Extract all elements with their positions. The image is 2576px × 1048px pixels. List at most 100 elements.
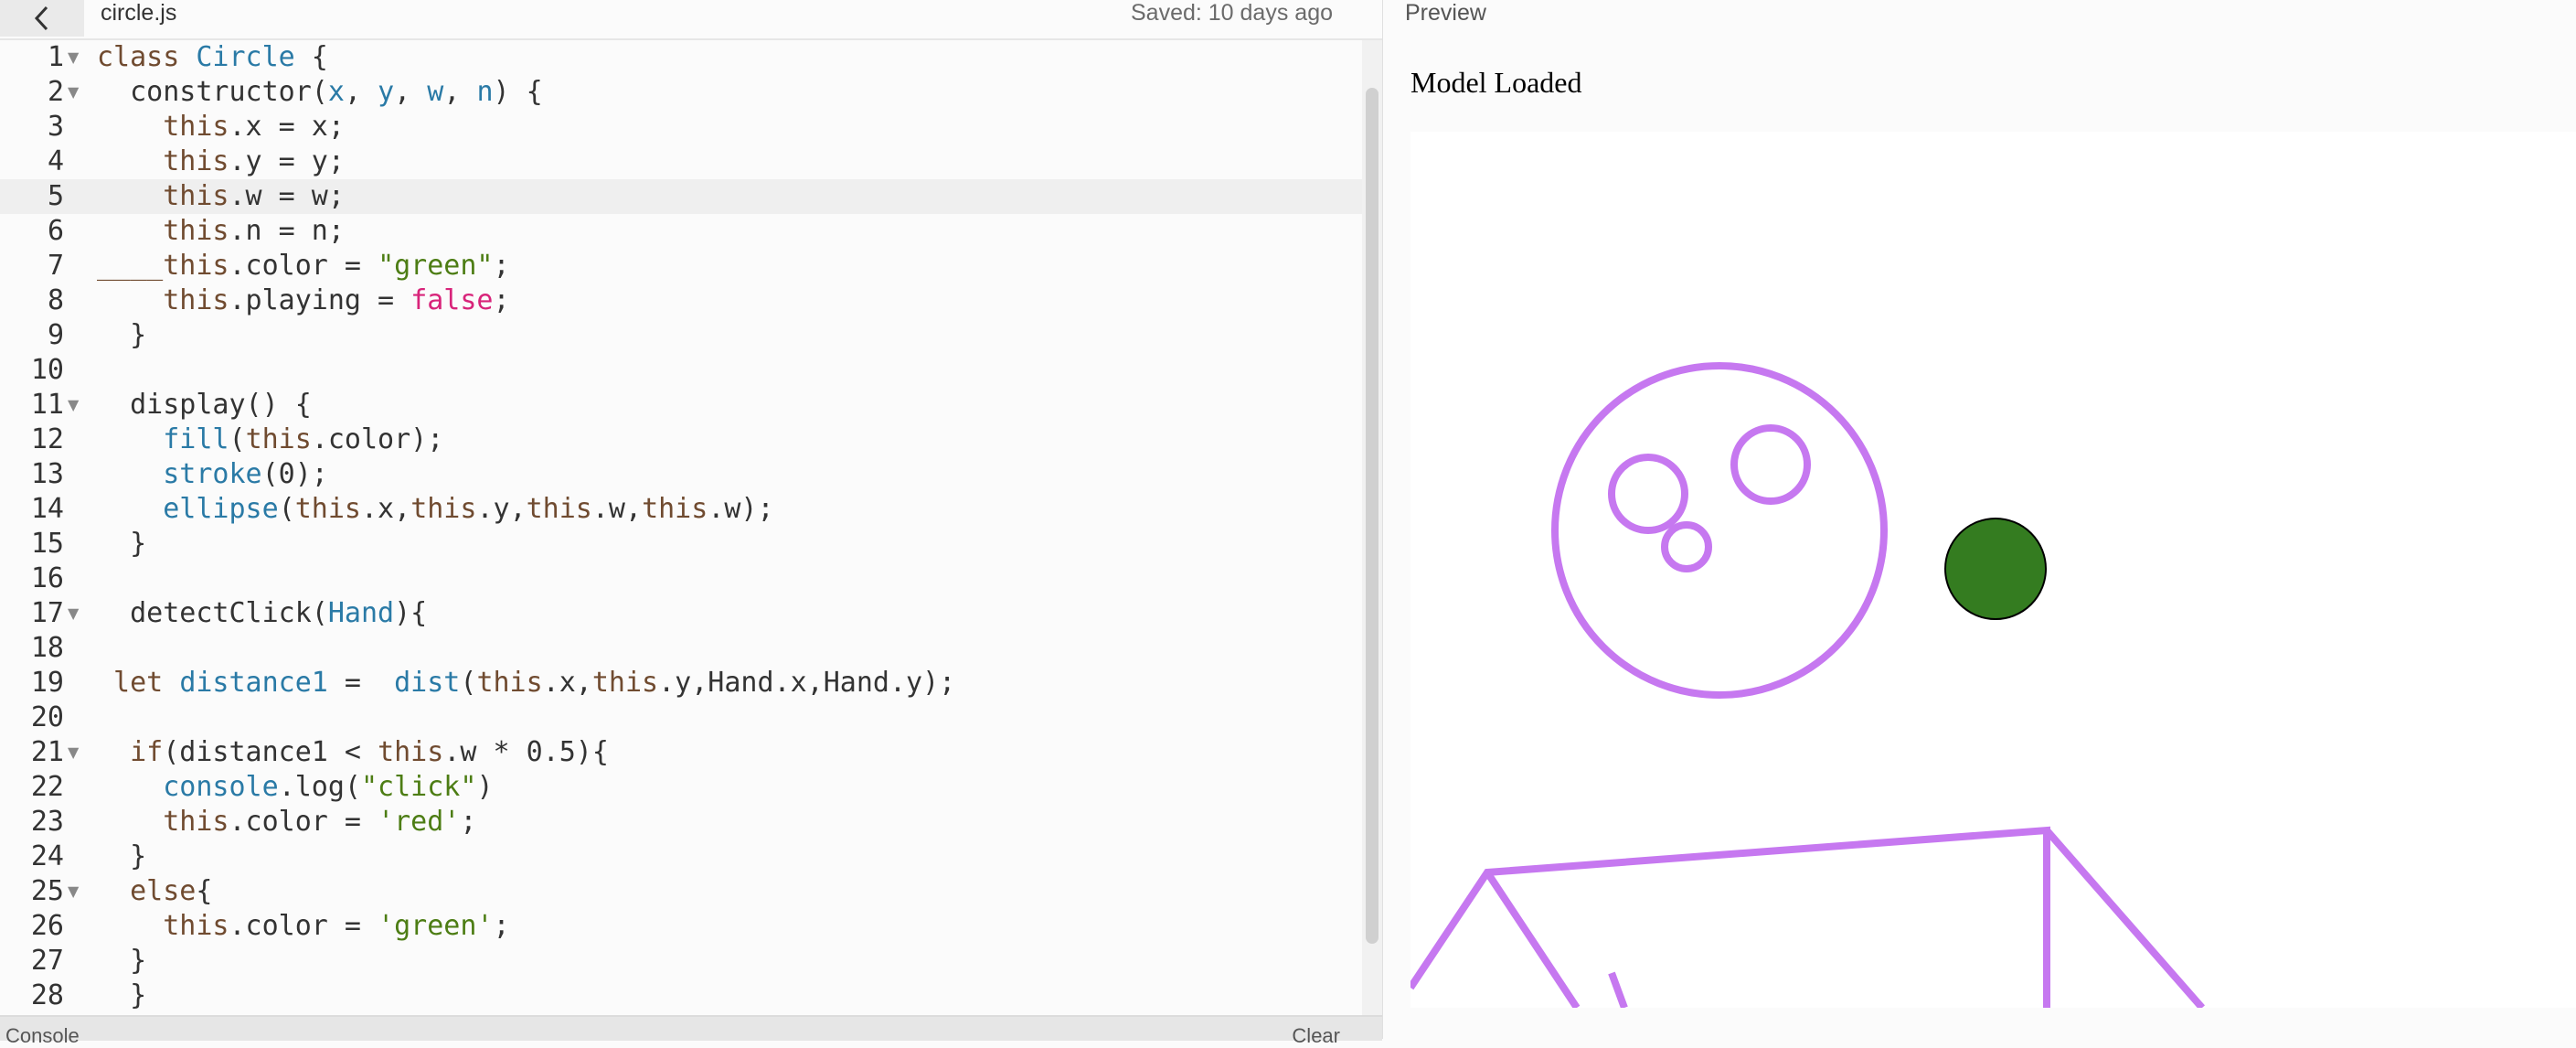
- line-number: 13: [30, 458, 64, 490]
- code-line[interactable]: 19 let distance1 = dist(this.x,this.y,Ha…: [0, 666, 1362, 700]
- code-token: ellipse: [97, 493, 279, 525]
- code-token: this: [410, 493, 477, 525]
- code-text[interactable]: ellipse(this.x,this.y,this.w,this.w);: [97, 492, 774, 527]
- file-name[interactable]: circle.js: [101, 0, 176, 26]
- code-text[interactable]: class Circle {: [97, 40, 328, 75]
- line-number: 22: [30, 771, 64, 803]
- code-line[interactable]: 4 this.y = y;: [0, 144, 1362, 179]
- code-text[interactable]: console.log("click"): [97, 770, 493, 805]
- code-line[interactable]: 10: [0, 353, 1362, 388]
- code-token: (: [278, 493, 295, 525]
- code-line[interactable]: 24 }: [0, 839, 1362, 874]
- code-text[interactable]: this.playing = false;: [97, 283, 509, 318]
- console-clear-button[interactable]: Clear: [1292, 1024, 1340, 1048]
- line-number: 7: [47, 250, 64, 282]
- line-number: 27: [30, 945, 64, 977]
- console-bar: Console Clear: [0, 1015, 1382, 1047]
- code-text[interactable]: }: [97, 944, 146, 978]
- code-line[interactable]: 7 ____this.color = "green";: [0, 249, 1362, 283]
- code-line[interactable]: 11 ▼ display() {: [0, 388, 1362, 422]
- hand-keypoint-center: [1661, 521, 1712, 572]
- code-text[interactable]: this.y = y;: [97, 144, 345, 179]
- code-token: .w);: [708, 493, 774, 525]
- editor-scrollbar-thumb[interactable]: [1366, 88, 1378, 944]
- code-text[interactable]: constructor(x, y, w, n) {: [97, 75, 543, 110]
- code-text[interactable]: stroke(0);: [97, 457, 328, 492]
- code-line[interactable]: 20: [0, 700, 1362, 735]
- code-text[interactable]: }: [97, 839, 146, 874]
- code-token: else: [97, 875, 197, 907]
- code-token: if: [97, 736, 164, 768]
- code-line[interactable]: 3 this.x = x;: [0, 110, 1362, 144]
- code-text[interactable]: this.w = w;: [97, 179, 345, 214]
- code-line[interactable]: 1 ▼ class Circle {: [0, 40, 1362, 75]
- code-line[interactable]: 13 stroke(0);: [0, 457, 1362, 492]
- sketch-canvas[interactable]: [1407, 132, 2576, 1011]
- code-line[interactable]: 16: [0, 561, 1362, 596]
- fold-triangle-icon[interactable]: ▼: [68, 40, 79, 75]
- code-line[interactable]: 2 ▼ constructor(x, y, w, n) {: [0, 75, 1362, 110]
- fold-triangle-icon[interactable]: ▼: [68, 735, 79, 770]
- line-number: 19: [30, 667, 64, 699]
- code-text[interactable]: this.n = n;: [97, 214, 345, 249]
- code-line[interactable]: 6 this.n = n;: [0, 214, 1362, 249]
- code-text[interactable]: if(distance1 < this.w * 0.5){: [97, 735, 609, 770]
- code-text[interactable]: fill(this.color);: [97, 422, 443, 457]
- code-line[interactable]: 12 fill(this.color);: [0, 422, 1362, 457]
- code-token: =: [327, 667, 395, 699]
- code-line[interactable]: 22 console.log("click"): [0, 770, 1362, 805]
- code-line[interactable]: 5 this.w = w;: [0, 179, 1362, 214]
- code-token: .color =: [229, 910, 378, 942]
- fold-triangle-icon[interactable]: ▼: [68, 388, 79, 422]
- code-token: let: [97, 667, 180, 699]
- code-text[interactable]: }: [97, 318, 146, 353]
- code-token: Circle: [196, 41, 295, 73]
- code-line[interactable]: 18: [0, 631, 1362, 666]
- fold-triangle-icon[interactable]: ▼: [68, 596, 79, 631]
- code-line[interactable]: 23 this.color = 'red';: [0, 805, 1362, 839]
- line-number: 2: [47, 76, 64, 108]
- code-token: ;: [460, 806, 477, 838]
- line-number: 6: [47, 215, 64, 247]
- code-token: 'green': [378, 910, 494, 942]
- hand-face-outline: [1551, 362, 1888, 699]
- code-token: }: [97, 979, 147, 1011]
- code-token: .color);: [311, 423, 444, 455]
- code-text[interactable]: this.color = 'green';: [97, 909, 510, 944]
- code-line[interactable]: 25 ▼ else{: [0, 874, 1362, 909]
- code-editor[interactable]: 1 ▼ class Circle {2 ▼ constructor(x, y, w, …: [0, 40, 1362, 1015]
- code-token: "click": [361, 771, 477, 803]
- console-title[interactable]: Console: [5, 1024, 80, 1048]
- fold-triangle-icon[interactable]: ▼: [68, 75, 79, 110]
- code-line[interactable]: 9 }: [0, 318, 1362, 353]
- code-line[interactable]: 15 }: [0, 527, 1362, 561]
- code-token: ;: [493, 910, 510, 942]
- code-text[interactable]: display() {: [97, 388, 312, 422]
- code-token: }: [97, 945, 147, 977]
- line-number: 25: [30, 875, 64, 907]
- code-line[interactable]: 17 ▼ detectClick(Hand){: [0, 596, 1362, 631]
- code-text[interactable]: else{: [97, 874, 212, 909]
- line-number: 4: [47, 145, 64, 177]
- code-text[interactable]: detectClick(Hand){: [97, 596, 427, 631]
- code-line[interactable]: 28 }: [0, 978, 1362, 1013]
- fold-triangle-icon[interactable]: ▼: [68, 874, 79, 909]
- line-number: 1: [47, 41, 64, 73]
- code-line[interactable]: 21 ▼ if(distance1 < this.w * 0.5){: [0, 735, 1362, 770]
- code-text[interactable]: }: [97, 527, 146, 561]
- code-text[interactable]: this.x = x;: [97, 110, 345, 144]
- code-text[interactable]: ____this.color = "green";: [97, 249, 510, 283]
- code-line[interactable]: 14 ellipse(this.x,this.y,this.w,this.w);: [0, 492, 1362, 527]
- code-token: "green": [378, 250, 494, 282]
- code-line[interactable]: 8 this.playing = false;: [0, 283, 1362, 318]
- back-button[interactable]: [0, 0, 84, 37]
- code-token: ){: [394, 597, 428, 629]
- code-token: ____this: [97, 250, 229, 282]
- code-text[interactable]: }: [97, 978, 146, 1013]
- code-text[interactable]: this.color = 'red';: [97, 805, 476, 839]
- code-token: this: [378, 736, 444, 768]
- code-text[interactable]: let distance1 = dist(this.x,this.y,Hand.…: [97, 666, 955, 700]
- code-line[interactable]: 27 }: [0, 944, 1362, 978]
- code-token: .color =: [229, 806, 378, 838]
- code-line[interactable]: 26 this.color = 'green';: [0, 909, 1362, 944]
